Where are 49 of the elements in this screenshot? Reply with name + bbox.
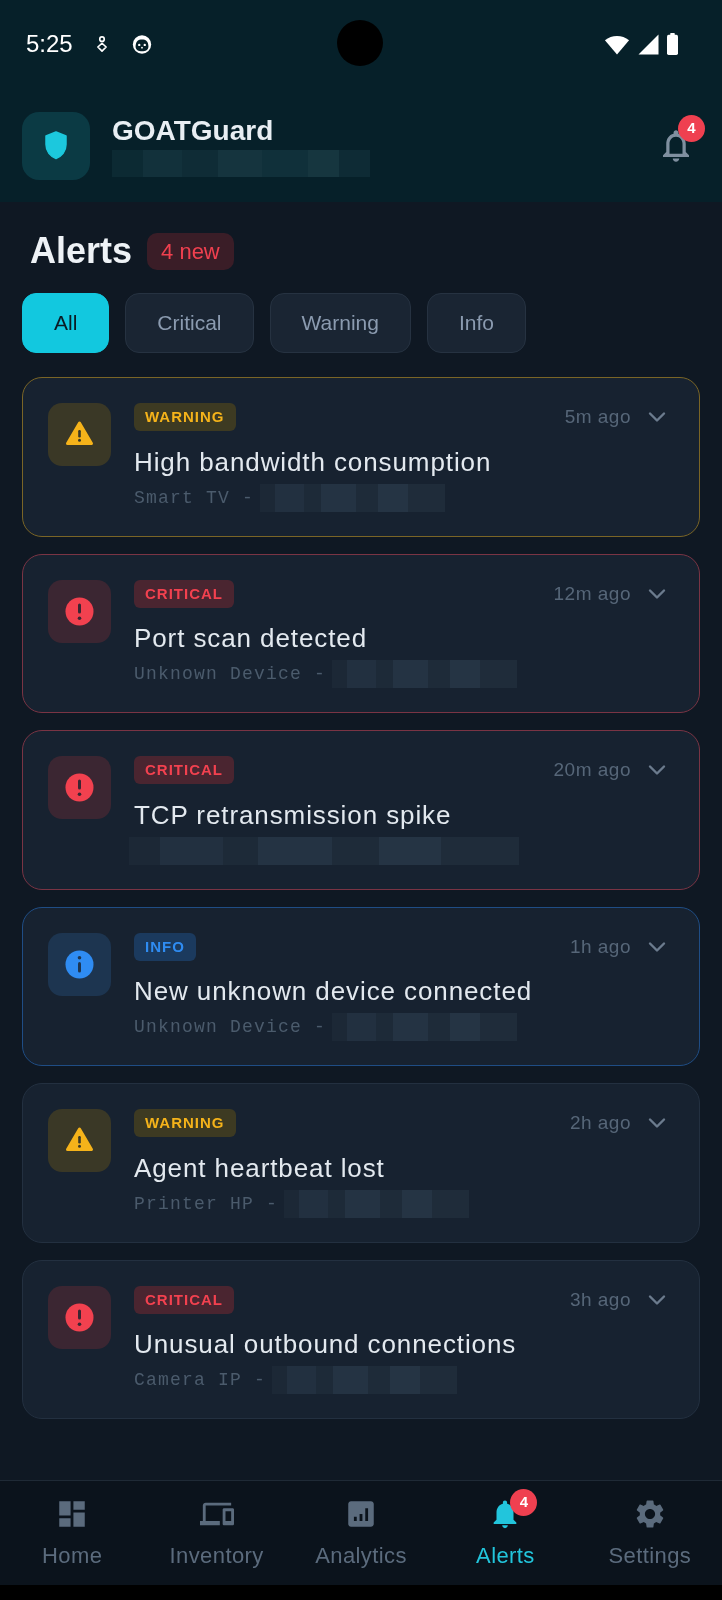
status-time: 5:25 <box>26 29 73 59</box>
warning-icon <box>48 1109 111 1172</box>
alert-title: New unknown device connected <box>134 976 534 1006</box>
severity-tag: CRITICAL <box>134 756 234 785</box>
alert-time: 3h ago <box>569 1287 631 1312</box>
severity-tag: WARNING <box>134 403 236 432</box>
device-name: Camera IP - <box>134 1369 267 1392</box>
alert-card[interactable]: CRITICAL 20m ago TCP retransmission spike <box>22 730 700 890</box>
app-title: GOATGuard <box>112 115 275 147</box>
filter-chip[interactable]: Info <box>426 293 526 353</box>
filter-chip[interactable]: Critical <box>125 293 254 353</box>
alert-title: Port scan detected <box>134 623 368 653</box>
notification-badge: 4 <box>510 1489 538 1516</box>
severity-tag: WARNING <box>134 1109 236 1138</box>
device-name: Smart TV - <box>134 486 255 510</box>
camera-cutout <box>337 20 383 66</box>
alert-time: 20m ago <box>553 758 631 782</box>
alert-card[interactable]: INFO 1h ago New unknown device connected Unknown Device - <box>22 906 700 1066</box>
severity-tag: INFO <box>134 932 196 961</box>
page-title: Alerts <box>30 230 133 272</box>
alert-time: 5m ago <box>564 405 631 429</box>
info-icon <box>48 932 111 996</box>
device-name: Printer HP - <box>134 1192 279 1216</box>
cat-face-icon <box>130 33 153 55</box>
new-count-tag: 4 new <box>147 232 234 270</box>
alert-title: High bandwidth consumption <box>134 446 493 477</box>
alert-time: 12m ago <box>553 581 631 606</box>
filter-chip[interactable]: All <box>22 293 110 353</box>
severity-tag: CRITICAL <box>134 579 234 608</box>
bell-icon[interactable] <box>663 130 689 162</box>
alert-card[interactable]: WARNING 5m ago High bandwidth consumption Smart TV - <box>22 377 700 537</box>
signal-icon <box>638 33 659 55</box>
warning-icon <box>48 403 111 466</box>
device-name: Unknown Device - <box>134 1016 327 1039</box>
battery-icon <box>667 32 678 56</box>
notification-badge: 4 <box>678 115 705 142</box>
alert-card[interactable]: WARNING 2h ago Agent heartbeat lost Printer HP - <box>22 1083 700 1243</box>
alert-title: TCP retransmission spike <box>134 799 453 830</box>
alert-card[interactable]: CRITICAL 3h ago Unusual outbound connections Camera IP - <box>22 1259 700 1419</box>
shield-logo-icon <box>22 112 90 180</box>
alert-time: 2h ago <box>569 1111 631 1135</box>
alert-time: 1h ago <box>569 934 631 959</box>
alert-title: Unusual outbound connections <box>134 1329 518 1359</box>
severity-tag: CRITICAL <box>134 1285 234 1314</box>
alert-card[interactable]: CRITICAL 12m ago Port scan detected Unknown Device - <box>22 553 700 713</box>
filter-chip[interactable]: Warning <box>269 293 411 353</box>
alert-title: Agent heartbeat lost <box>134 1152 386 1183</box>
wifi-icon <box>604 33 630 55</box>
device-name: Unknown Device - <box>134 663 327 686</box>
